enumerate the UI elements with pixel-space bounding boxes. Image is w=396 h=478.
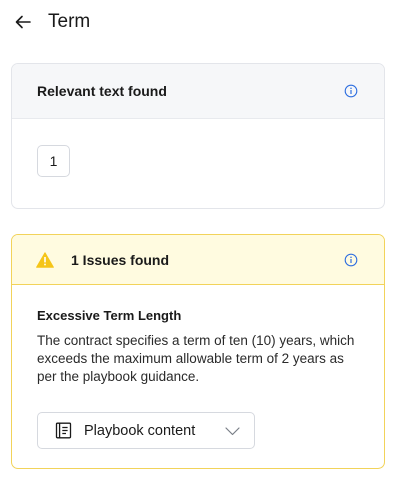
issue-item: Excessive Term Length The contract speci…: [12, 285, 384, 449]
issue-description: The contract specifies a term of ten (10…: [37, 333, 355, 384]
relevant-text-header: Relevant text found: [12, 64, 384, 119]
issues-header: 1 Issues found: [12, 235, 384, 285]
page-title: Term: [48, 11, 91, 32]
relevant-count-chip[interactable]: 1: [37, 145, 70, 177]
relevant-text-title: Relevant text found: [37, 83, 167, 99]
issue-title: Excessive Term Length: [37, 308, 182, 323]
dropdown-label: Playbook content: [84, 422, 196, 439]
warning-icon: [36, 251, 54, 268]
info-icon[interactable]: [344, 84, 358, 98]
issues-card: 1 Issues found Excessive Term Length The…: [11, 234, 385, 469]
chevron-down-icon: [225, 427, 240, 436]
page: Term Relevant text found 1 1 Issues foun…: [0, 0, 396, 478]
book-icon: [55, 422, 72, 439]
info-icon[interactable]: [344, 253, 358, 267]
relevant-text-card: Relevant text found 1: [11, 63, 385, 209]
playbook-content-dropdown[interactable]: Playbook content: [37, 412, 255, 449]
back-button[interactable]: [12, 11, 34, 33]
issues-title: 1 Issues found: [71, 251, 170, 268]
header: Term: [0, 0, 396, 44]
back-arrow-icon: [15, 15, 31, 29]
relevant-text-body: 1: [12, 119, 384, 177]
